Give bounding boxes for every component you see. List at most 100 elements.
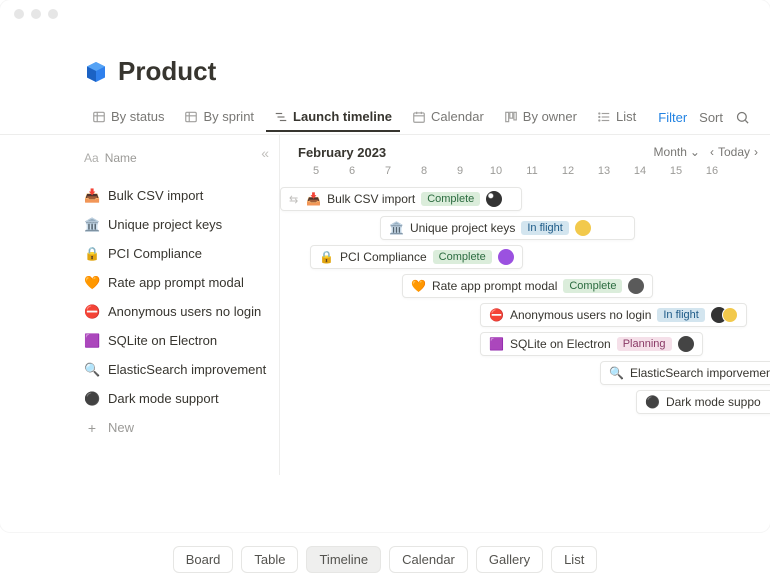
status-badge: In flight bbox=[521, 221, 568, 235]
sidebar-item[interactable]: ⛔Anonymous users no login bbox=[0, 297, 279, 326]
sidebar-item[interactable]: 🟪SQLite on Electron bbox=[0, 326, 279, 355]
item-label: PCI Compliance bbox=[108, 246, 202, 261]
day-label: 16 bbox=[694, 165, 730, 177]
bar-label: Unique project keys bbox=[410, 221, 515, 235]
main-body: Aa Name « 📥Bulk CSV import🏛️Unique proje… bbox=[0, 135, 770, 475]
granularity-label: Month bbox=[654, 145, 687, 159]
assignee-avatar[interactable] bbox=[486, 191, 502, 207]
tab-launch-timeline[interactable]: Launch timeline bbox=[266, 103, 400, 132]
filter-button[interactable]: Filter bbox=[658, 110, 687, 125]
bar-emoji-icon: 🟪 bbox=[489, 337, 504, 351]
timeline-lane: ⛔Anonymous users no loginIn flight bbox=[280, 301, 770, 330]
item-emoji-icon: 🔍 bbox=[84, 362, 100, 378]
timeline-lanes: ⇆📥Bulk CSV importComplete 🏛️ Unique projec… bbox=[280, 181, 770, 417]
board-icon bbox=[504, 110, 518, 124]
item-emoji-icon: 🧡 bbox=[84, 275, 100, 291]
sidebar-item[interactable]: ⚫Dark mode support bbox=[0, 384, 279, 413]
view-pill-calendar[interactable]: Calendar bbox=[389, 546, 468, 573]
new-item-button[interactable]: +New bbox=[0, 413, 279, 442]
traffic-light-close[interactable] bbox=[14, 9, 24, 19]
assignee-avatar[interactable] bbox=[678, 336, 694, 352]
tab-by-sprint[interactable]: By sprint bbox=[176, 103, 262, 132]
status-badge: In flight bbox=[657, 308, 704, 322]
bar-emoji-icon: 🔒 bbox=[319, 250, 334, 264]
traffic-light-zoom[interactable] bbox=[48, 9, 58, 19]
granularity-select[interactable]: Month ⌄ bbox=[654, 145, 700, 159]
assignee-avatar[interactable] bbox=[628, 278, 644, 294]
assignee-avatars[interactable] bbox=[711, 307, 738, 323]
timeline-bar[interactable]: 🏛️ Unique project keys In flight bbox=[380, 216, 635, 240]
timeline-bar[interactable]: 🟪 SQLite on Electron Planning bbox=[480, 332, 703, 356]
sidebar-item[interactable]: 🧡Rate app prompt modal bbox=[0, 268, 279, 297]
today-nav[interactable]: ‹ Today › bbox=[710, 145, 758, 159]
timeline-bar[interactable]: ⇆📥Bulk CSV importComplete bbox=[280, 187, 522, 211]
drag-handle-icon[interactable]: ⇆ bbox=[289, 193, 298, 206]
view-pill-board[interactable]: Board bbox=[173, 546, 234, 573]
search-icon[interactable] bbox=[735, 110, 750, 125]
tab-list[interactable]: List bbox=[589, 103, 644, 132]
page-header: Product bbox=[0, 56, 770, 101]
bar-label: SQLite on Electron bbox=[510, 337, 611, 351]
chevron-down-icon: ⌄ bbox=[690, 145, 700, 159]
bar-emoji-icon: 🏛️ bbox=[389, 221, 404, 235]
tab-label: By owner bbox=[523, 109, 577, 124]
timeline-bar[interactable]: 🧡Rate app prompt modalComplete bbox=[402, 274, 653, 298]
page-content: Product By status By sprint Launch timelin… bbox=[0, 28, 770, 475]
view-pill-gallery[interactable]: Gallery bbox=[476, 546, 543, 573]
timeline-bar[interactable]: 🔍ElasticSearch imporvement bbox=[600, 361, 770, 385]
sort-button[interactable]: Sort bbox=[699, 110, 723, 125]
status-badge: Complete bbox=[563, 279, 622, 293]
day-label: 6 bbox=[334, 165, 370, 177]
chevron-left-icon: ‹ bbox=[710, 145, 714, 159]
tab-by-owner[interactable]: By owner bbox=[496, 103, 585, 132]
sidebar-item[interactable]: 🏛️ Unique project keys bbox=[0, 210, 279, 239]
table-icon bbox=[92, 110, 106, 124]
item-emoji-icon: 🟪 bbox=[84, 333, 100, 349]
status-badge: Planning bbox=[617, 337, 672, 351]
traffic-light-minimize[interactable] bbox=[31, 9, 41, 19]
item-label: ElasticSearch improvement bbox=[108, 362, 266, 377]
view-pill-list[interactable]: List bbox=[551, 546, 597, 573]
timeline-bar[interactable]: ⚫ Dark mode suppo bbox=[636, 390, 770, 414]
timeline-bar[interactable]: ⛔Anonymous users no loginIn flight bbox=[480, 303, 747, 327]
bar-emoji-icon: ⚫ bbox=[645, 395, 660, 409]
day-label: 13 bbox=[586, 165, 622, 177]
timeline-lane: 🔒PCI ComplianceComplete bbox=[280, 243, 770, 272]
item-emoji-icon: 🏛️ bbox=[84, 217, 100, 233]
timeline-bar[interactable]: 🔒PCI ComplianceComplete bbox=[310, 245, 523, 269]
day-label: 9 bbox=[442, 165, 478, 177]
table-icon bbox=[184, 110, 198, 124]
text-property-icon: Aa bbox=[84, 151, 99, 165]
timeline-panel: February 2023 Month ⌄ ‹ Today › 5678910 bbox=[280, 135, 770, 475]
timeline-icon bbox=[274, 110, 288, 124]
view-pill-table[interactable]: Table bbox=[241, 546, 298, 573]
item-emoji-icon: 📥 bbox=[84, 188, 100, 204]
today-label: Today bbox=[718, 145, 750, 159]
tab-label: Calendar bbox=[431, 109, 484, 124]
view-pill-timeline[interactable]: Timeline bbox=[306, 546, 381, 573]
bar-emoji-icon: 🔍 bbox=[609, 366, 624, 380]
tab-by-status[interactable]: By status bbox=[84, 103, 172, 132]
view-type-pills: Board Table Timeline Calendar Gallery List bbox=[0, 532, 770, 573]
sidebar: Aa Name « 📥Bulk CSV import🏛️Unique proje… bbox=[0, 135, 280, 475]
view-tools: Filter Sort bbox=[658, 110, 750, 125]
bar-label: Dark mode suppo bbox=[666, 395, 761, 409]
sidebar-item[interactable]: 🔒PCI Compliance bbox=[0, 239, 279, 268]
collapse-sidebar-icon[interactable]: « bbox=[261, 145, 269, 161]
assignee-avatar[interactable] bbox=[498, 249, 514, 265]
tab-calendar[interactable]: Calendar bbox=[404, 103, 492, 132]
item-label: Unique project keys bbox=[108, 217, 222, 232]
day-label: 8 bbox=[406, 165, 442, 177]
day-label: 5 bbox=[298, 165, 334, 177]
timeline-lane: 🟪 SQLite on Electron Planning bbox=[280, 330, 770, 359]
plus-icon: + bbox=[84, 420, 100, 436]
sidebar-item[interactable]: 📥Bulk CSV import bbox=[0, 181, 279, 210]
list-icon bbox=[597, 110, 611, 124]
tab-label: By status bbox=[111, 109, 164, 124]
day-label: 10 bbox=[478, 165, 514, 177]
assignee-avatar[interactable] bbox=[575, 220, 591, 236]
tab-label: By sprint bbox=[203, 109, 254, 124]
app-window: Product By status By sprint Launch timelin… bbox=[0, 0, 770, 532]
sidebar-item[interactable]: 🔍 ElasticSearch improvement bbox=[0, 355, 279, 384]
timeline-header: February 2023 Month ⌄ ‹ Today › bbox=[280, 135, 770, 163]
